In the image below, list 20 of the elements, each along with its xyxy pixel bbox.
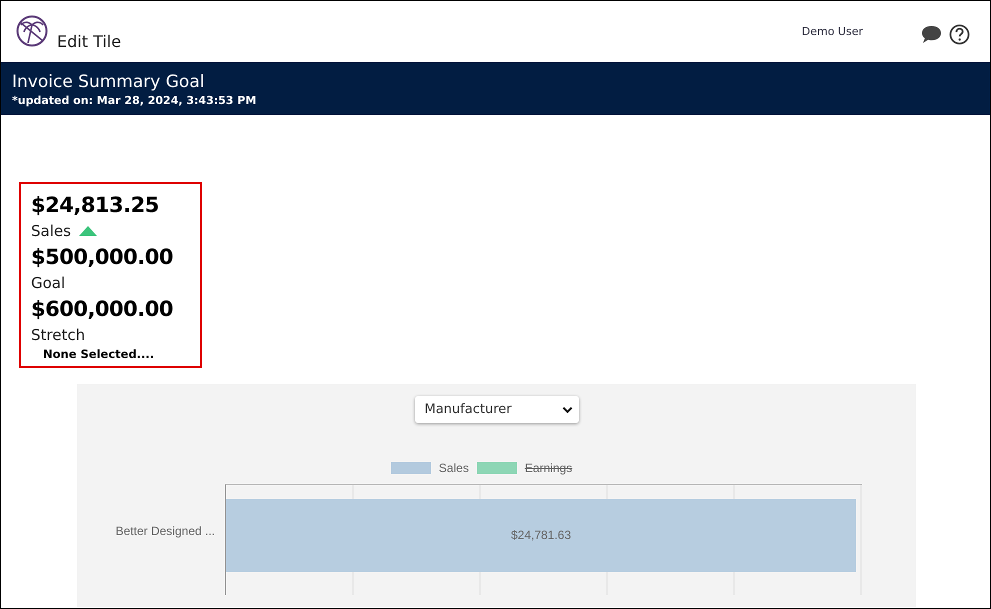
chat-icon[interactable] [921,25,942,44]
data-label: $24,781.63 [510,528,572,542]
legend-item[interactable]: Sales [390,461,469,475]
tile-title: Invoice Summary Goal [12,72,206,93]
metric-value: $500,000.00 [31,244,174,271]
user-name[interactable]: Demo User [802,25,863,38]
metric-label: Sales [31,221,71,242]
category-label: Better Designed ... [114,524,215,538]
page-title: Edit Tile [57,32,122,51]
chevron-down-icon [562,406,572,414]
metric-value: $600,000.00 [31,296,174,323]
updated-timestamp: *updated on: Mar 28, 2024, 3:43:53 PM [12,93,258,108]
group-by-dropdown[interactable]: Manufacturer [414,396,578,423]
legend-item[interactable]: Earnings [476,461,572,475]
metric-label: Goal [31,273,66,294]
help-icon[interactable] [949,24,970,45]
metric-label: Stretch [31,325,86,346]
selection-note: None Selected.... [43,346,156,362]
metric-value: $24,813.25 [31,192,160,219]
palm-tree-logo-icon [16,15,48,47]
